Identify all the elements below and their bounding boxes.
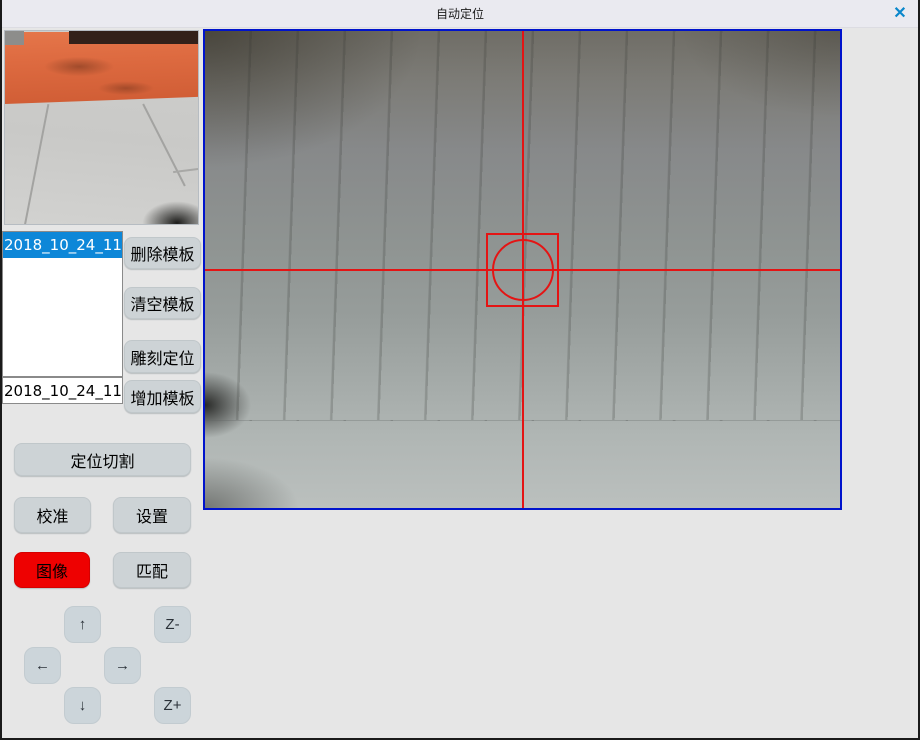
image-button[interactable]: 图像 (14, 552, 90, 588)
calibrate-button[interactable]: 校准 (14, 497, 91, 533)
template-preview-image (4, 30, 199, 225)
clear-templates-button[interactable]: 清空模板 (124, 287, 201, 319)
match-region-circle (492, 239, 554, 301)
auto-locate-dialog: 自动定位 ✕ 2018_10_24_11 删除模板 清空模板 雕刻定位 增加模板… (0, 0, 920, 740)
preview-shadow-blob (123, 189, 199, 225)
add-template-button[interactable]: 增加模板 (124, 380, 201, 413)
engrave-locate-button[interactable]: 雕刻定位 (124, 340, 201, 373)
match-button[interactable]: 匹配 (113, 552, 191, 588)
jog-down-button[interactable]: ↓ (64, 687, 101, 724)
locate-cut-button[interactable]: 定位切割 (14, 443, 191, 476)
delete-template-button[interactable]: 删除模板 (124, 237, 201, 269)
jog-left-button[interactable]: ← (24, 647, 61, 684)
settings-button[interactable]: 设置 (113, 497, 191, 533)
camera-view[interactable] (203, 29, 842, 510)
template-list-item[interactable]: 2018_10_24_11 (3, 232, 122, 258)
template-name-input[interactable] (2, 377, 123, 404)
template-list[interactable]: 2018_10_24_11 (2, 231, 123, 377)
preview-tile-line (23, 104, 50, 225)
dialog-title: 自动定位 (436, 5, 484, 22)
close-icon[interactable]: ✕ (888, 3, 912, 25)
jog-z-plus-button[interactable]: Z+ (154, 687, 191, 724)
preview-gray-block (5, 31, 24, 45)
title-bar: 自动定位 ✕ (2, 0, 918, 28)
jog-up-button[interactable]: ↑ (64, 606, 101, 643)
preview-dark-bar (69, 31, 199, 44)
jog-right-button[interactable]: → (104, 647, 141, 684)
preview-tile-line (142, 104, 186, 187)
jog-z-minus-button[interactable]: Z- (154, 606, 191, 643)
